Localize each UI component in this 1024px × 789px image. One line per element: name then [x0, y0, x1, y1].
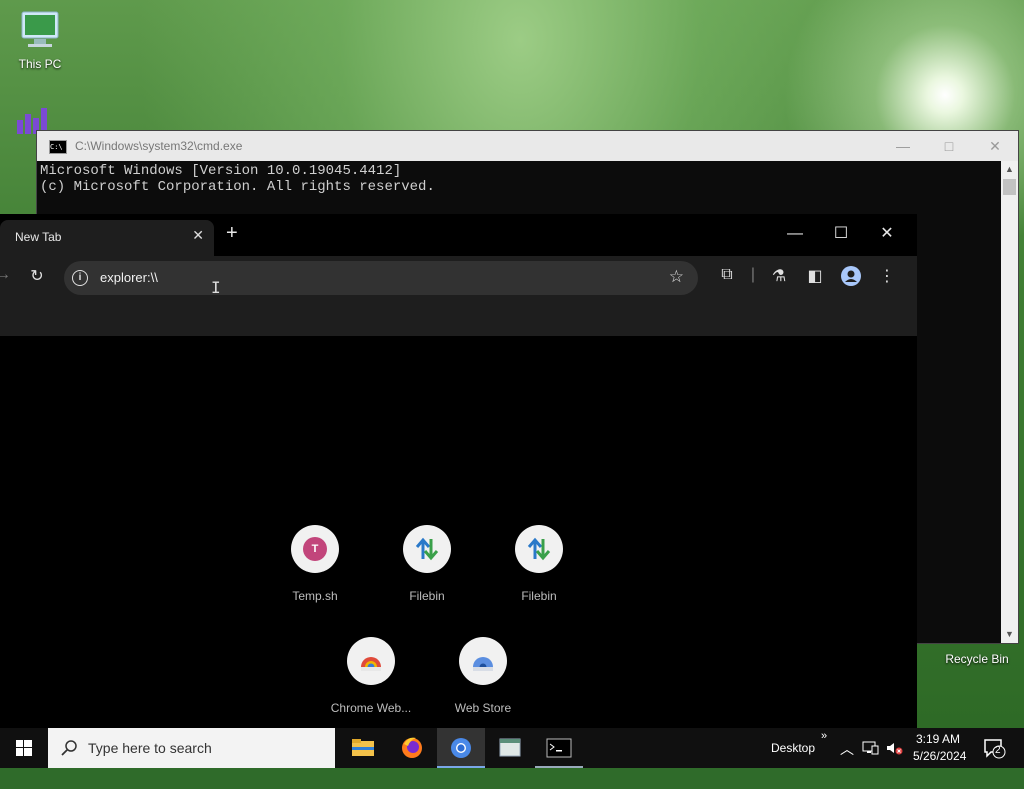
side-panel-icon[interactable]: ◧ [804, 266, 826, 286]
show-hidden-icons-chevron-up-icon[interactable]: ︿ [840, 739, 854, 779]
cmd-icon: C:\ [49, 140, 67, 154]
chrome-icon [451, 738, 471, 758]
temp-sh-favicon-icon: T [303, 537, 327, 561]
desktop-icon-label: This PC [18, 57, 62, 71]
shortcut-tile[interactable]: Filebin [377, 525, 477, 603]
chrome-web-store-icon [361, 657, 381, 671]
notification-count-badge: 2 [995, 745, 1001, 756]
volume-muted-icon[interactable] [885, 740, 905, 780]
shortcut-tile[interactable]: T Temp.sh [265, 525, 365, 603]
text-cursor-icon: I [211, 278, 221, 297]
new-tab-page: T Temp.sh Filebin Filebin Chrome Web... … [0, 336, 917, 728]
address-bar-url[interactable]: explorer:\\ [100, 270, 158, 285]
forward-arrow-icon[interactable]: → [0, 266, 14, 284]
taskbar-notepad[interactable] [486, 728, 534, 768]
address-bar[interactable]: i explorer:\\ ☆ [64, 261, 698, 295]
taskbar-command-prompt[interactable] [535, 728, 583, 768]
chrome-toolbar: → ↻ i explorer:\\ ☆ ⧉ | ⚗ ◧ ⋮ [0, 256, 917, 337]
extensions-puzzle-icon[interactable]: ⧉ [716, 266, 738, 284]
shortcut-label: Filebin [521, 589, 557, 603]
new-tab-plus-icon[interactable]: + [226, 222, 244, 245]
shortcut-icon-circle [347, 637, 395, 685]
computer-icon [21, 11, 59, 47]
console-titlebar[interactable]: C:\ C:\Windows\system32\cmd.exe — □ ✕ [37, 131, 1018, 161]
taskbar-firefox[interactable] [388, 728, 436, 768]
firefox-icon [402, 737, 422, 758]
shortcut-icon-circle: T [291, 525, 339, 573]
console-line: (c) Microsoft Corporation. All rights re… [40, 179, 435, 195]
folder-icon [352, 739, 374, 756]
desktop-icon-this-pc[interactable]: This PC [2, 8, 78, 71]
tab-close-icon[interactable]: ✕ [192, 227, 204, 244]
shortcut-tile[interactable]: Web Store [433, 637, 533, 715]
console-minimize-button[interactable]: — [880, 131, 926, 161]
filebin-updown-arrows-icon [415, 537, 439, 561]
reload-icon[interactable]: ↻ [26, 266, 48, 286]
shortcut-icon-circle [459, 637, 507, 685]
network-icon[interactable] [862, 740, 880, 780]
shortcut-label: Chrome Web... [330, 701, 412, 715]
window-app-icon [499, 738, 521, 757]
desktop-icon-label: Recycle Bin [945, 652, 1009, 666]
site-info-icon[interactable]: i [72, 270, 88, 286]
shortcut-icon-circle [515, 525, 563, 573]
bookmark-star-icon[interactable]: ☆ [669, 267, 684, 287]
chrome-minimize-button[interactable]: — [772, 220, 818, 248]
chrome-window[interactable]: New Tab ✕ + — ☐ ✕ → ↻ i explorer:\\ ☆ ⧉ … [0, 214, 917, 728]
search-icon [61, 740, 77, 756]
console-scroll-thumb[interactable] [1003, 179, 1016, 195]
shortcut-label: Temp.sh [292, 589, 338, 603]
shortcut-tile[interactable]: Filebin [489, 525, 589, 603]
shortcut-label: Web Store [454, 701, 512, 715]
shortcut-icon-circle [403, 525, 451, 573]
desktop-toolbar-label[interactable]: Desktop [771, 741, 815, 781]
terminal-icon [546, 738, 572, 758]
scroll-down-arrow-icon[interactable]: ▼ [1001, 626, 1018, 643]
console-line: Microsoft Windows [Version 10.0.19045.44… [40, 163, 402, 179]
taskbar-search-box[interactable]: Type here to search [48, 728, 335, 768]
tab-title: New Tab [15, 230, 62, 244]
toolbar-divider: | [750, 266, 756, 283]
search-placeholder: Type here to search [88, 740, 212, 756]
console-maximize-button[interactable]: □ [926, 131, 972, 161]
shortcut-tile[interactable]: Chrome Web... [321, 637, 421, 715]
chevron-double-right-icon[interactable]: » [821, 730, 827, 770]
console-title: C:\Windows\system32\cmd.exe [75, 139, 243, 153]
notification-center-icon[interactable]: 2 [982, 737, 1008, 777]
clock-date[interactable]: 5/26/2024 [913, 749, 966, 789]
scroll-up-arrow-icon[interactable]: ▲ [1001, 161, 1018, 178]
web-store-icon [473, 657, 493, 671]
labs-flask-icon[interactable]: ⚗ [768, 266, 790, 286]
taskbar-chrome[interactable] [437, 728, 485, 768]
filebin-updown-arrows-icon [527, 537, 551, 561]
start-button[interactable] [0, 728, 48, 768]
shortcut-label: Filebin [409, 589, 445, 603]
windows-logo-icon [16, 740, 32, 756]
chrome-menu-kebab-icon[interactable]: ⋮ [876, 266, 898, 286]
chrome-close-button[interactable]: ✕ [864, 220, 910, 248]
console-scrollbar[interactable]: ▲ ▼ [1001, 161, 1018, 643]
profile-avatar-icon[interactable] [840, 266, 862, 291]
console-close-button[interactable]: ✕ [972, 131, 1018, 161]
tab-new-tab[interactable]: New Tab ✕ [0, 220, 214, 256]
chrome-maximize-button[interactable]: ☐ [818, 220, 864, 248]
taskbar: Type here to search Desktop » ︿ 3:19 AM [0, 728, 1024, 768]
taskbar-file-explorer[interactable] [339, 728, 387, 768]
chrome-tabstrip[interactable]: New Tab ✕ + — ☐ ✕ [0, 214, 917, 256]
desktop-icon-recycle-bin[interactable]: Recycle Bin [937, 650, 1017, 666]
